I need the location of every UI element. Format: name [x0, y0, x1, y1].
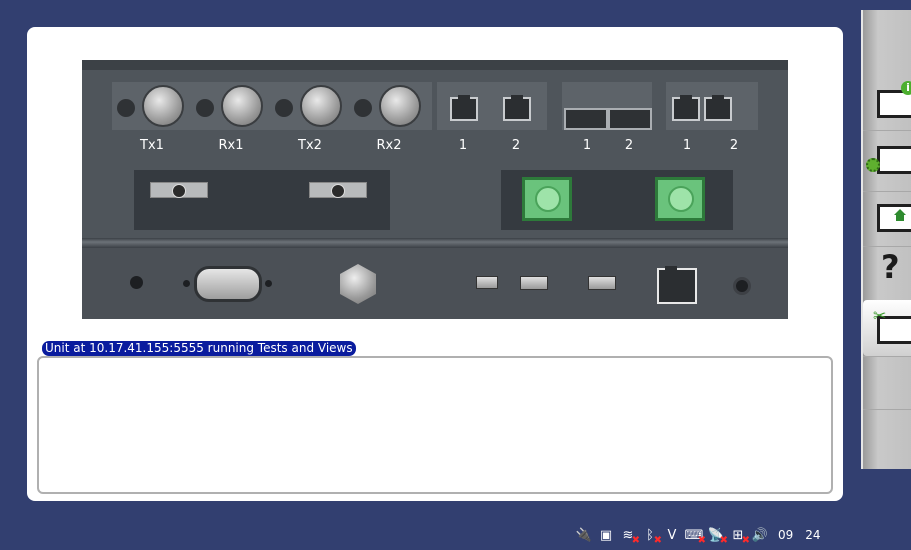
- terminal-icon[interactable]: ⌨ ✖: [685, 527, 706, 547]
- bnc-label-tx2: Tx2: [298, 138, 322, 153]
- optical-port-1[interactable]: [150, 182, 208, 198]
- help-icon: ?: [881, 248, 900, 286]
- bnc-led-1: [117, 99, 135, 117]
- clock-minute: 24: [805, 528, 821, 542]
- rj45-b-label-1: 1: [682, 138, 692, 153]
- sidebar-divider-3: [863, 246, 911, 247]
- bnc-label-rx2: Rx2: [376, 138, 402, 153]
- rj45-port-a1[interactable]: [450, 95, 478, 121]
- power-led: [130, 276, 143, 289]
- vpn-icon[interactable]: V: [664, 527, 680, 543]
- sc-connector-1[interactable]: [522, 177, 572, 221]
- optical-port-2[interactable]: [309, 182, 367, 198]
- status-message: Unit at 10.17.41.155:5555 running Tests …: [42, 341, 356, 356]
- bnc-port-tx1[interactable]: [142, 85, 184, 127]
- dsub-screw-left: [183, 280, 190, 287]
- settings-folder-icon: [877, 146, 911, 174]
- sfp-label-2: 2: [624, 138, 634, 153]
- rj45-a-label-1: 1: [458, 138, 468, 153]
- bluetooth-icon[interactable]: ᛒ ✖: [642, 527, 662, 547]
- network-icon[interactable]: ⊞ ✖: [730, 527, 750, 547]
- rj45-port-b1[interactable]: [672, 95, 700, 121]
- device-lower-section: [82, 248, 788, 319]
- bnc-led-4: [354, 99, 372, 117]
- sidebar-divider-4: [863, 356, 911, 357]
- bnc-port-rx2[interactable]: [379, 85, 421, 127]
- sfp-label-1: 1: [582, 138, 592, 153]
- volume-icon[interactable]: 🔊: [752, 527, 768, 543]
- tools-button[interactable]: ✂: [863, 300, 911, 356]
- coax-connector[interactable]: [340, 264, 376, 304]
- info-badge-icon: i: [901, 81, 911, 95]
- system-tray: 🔌 ▣ ≋ ✖ ᛒ ✖ V ⌨ ✖ 📡 ✖ ⊞ ✖ 🔊 09 24: [576, 525, 821, 547]
- battery-plug-icon[interactable]: 🔌: [576, 527, 592, 543]
- bnc-label-rx1: Rx1: [218, 138, 244, 153]
- status-led: [733, 277, 751, 295]
- bnc-led-3: [275, 99, 293, 117]
- rj45-b-label-2: 2: [729, 138, 739, 153]
- optical-port-box-left: [134, 170, 390, 230]
- usb-port-2[interactable]: [588, 276, 616, 290]
- bnc-label-tx1: Tx1: [140, 138, 164, 153]
- usb-port-1[interactable]: [520, 276, 548, 290]
- usb-port-mini[interactable]: [476, 276, 498, 289]
- rj45-port-b2[interactable]: [704, 95, 732, 121]
- rj45-a-label-2: 2: [511, 138, 521, 153]
- device-separator: [82, 238, 788, 248]
- sidebar: i ? ✂: [861, 10, 911, 469]
- settings-button[interactable]: [863, 134, 911, 186]
- sfp-port-1[interactable]: [564, 108, 608, 130]
- sidebar-divider-1: [863, 130, 911, 131]
- sidebar-divider-5: [863, 409, 911, 410]
- message-area: [37, 356, 833, 494]
- wifi-icon[interactable]: ≋ ✖: [620, 527, 640, 547]
- sidebar-divider-2: [863, 191, 911, 192]
- satellite-icon[interactable]: 📡 ✖: [708, 527, 728, 547]
- dsub-screw-right: [265, 280, 272, 287]
- bnc-port-tx2[interactable]: [300, 85, 342, 127]
- sfp-port-2[interactable]: [608, 108, 652, 130]
- sc-connector-2[interactable]: [655, 177, 705, 221]
- storage-icon[interactable]: ▣: [598, 527, 614, 543]
- info-button[interactable]: i: [863, 70, 911, 122]
- home-button[interactable]: [863, 194, 911, 246]
- device-upper-section: Tx1 Rx1 Tx2 Rx2 1 2 1 2 1 2: [82, 60, 788, 238]
- home-icon-base: [896, 215, 904, 221]
- device-front-panel: Tx1 Rx1 Tx2 Rx2 1 2 1 2 1 2: [82, 60, 788, 319]
- bnc-led-2: [196, 99, 214, 117]
- rj45-port-a2[interactable]: [503, 95, 531, 121]
- bnc-port-rx1[interactable]: [221, 85, 263, 127]
- tools-icon: ✂: [873, 306, 887, 325]
- serial-port[interactable]: [194, 266, 262, 302]
- gear-icon: [866, 158, 880, 172]
- management-ethernet-port[interactable]: [657, 266, 697, 304]
- clock-hour: 09: [778, 528, 794, 542]
